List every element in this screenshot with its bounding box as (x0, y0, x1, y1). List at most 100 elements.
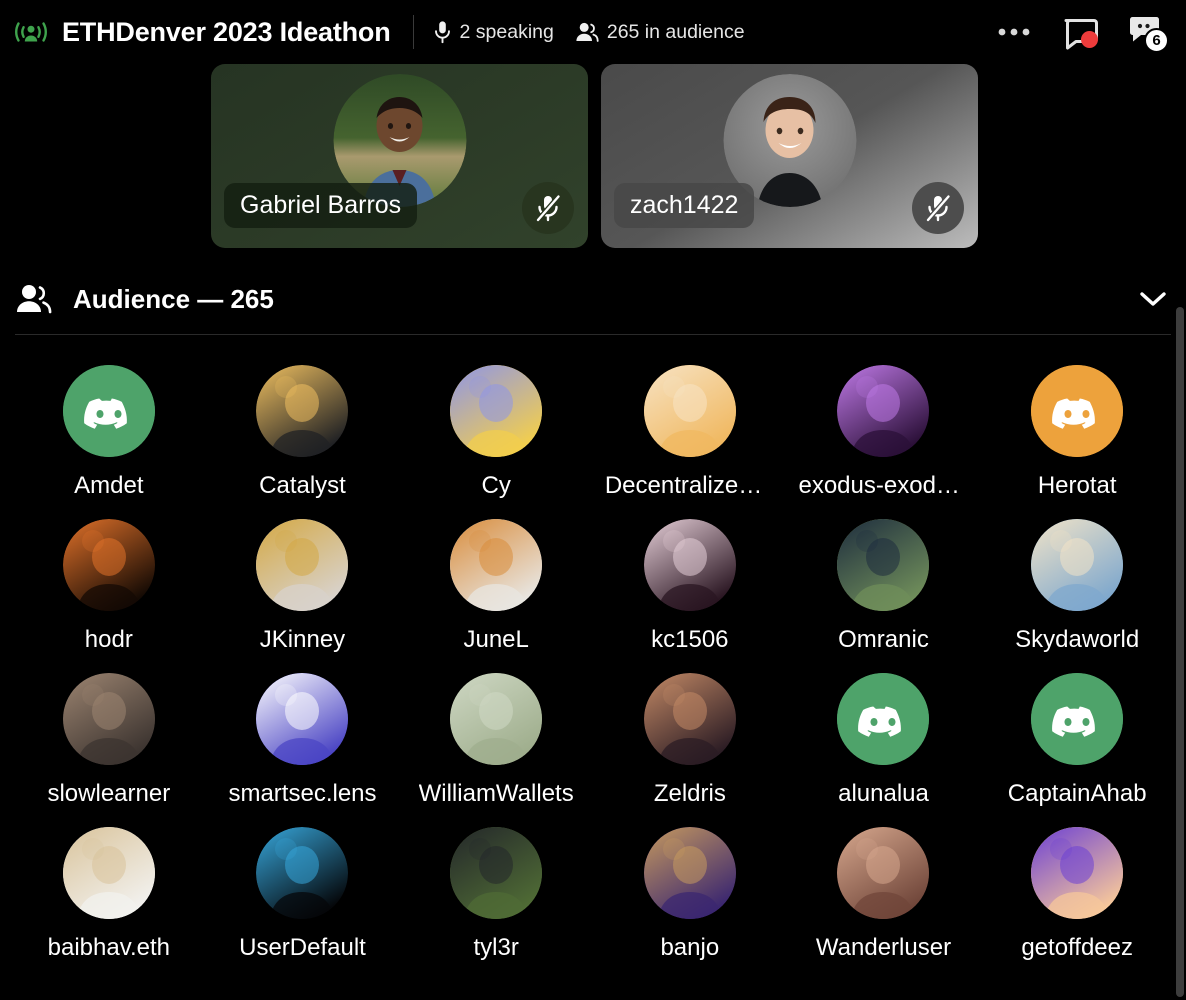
avatar (450, 519, 543, 611)
microphone-icon (433, 20, 452, 44)
avatar (1031, 827, 1124, 919)
more-options-icon (997, 27, 1031, 37)
audience-member-name: UserDefault (239, 934, 366, 961)
audience-member[interactable]: JuneL (399, 519, 593, 654)
page-scrollbar[interactable] (1175, 64, 1186, 1000)
people-icon (14, 283, 54, 315)
avatar (643, 673, 736, 765)
avatar (1031, 365, 1124, 457)
people-icon (575, 21, 599, 43)
avatar (62, 673, 155, 765)
scrollbar-thumb[interactable] (1176, 307, 1184, 997)
audience-member[interactable]: CaptainAhab (980, 673, 1174, 808)
avatar (62, 365, 155, 457)
screen-share-button[interactable] (1058, 10, 1102, 54)
audience-member[interactable]: Amdet (12, 365, 206, 500)
audience-member[interactable]: tyl3r (399, 827, 593, 962)
speaker-stage: Gabriel Barros zach1422 (0, 64, 1186, 248)
audience-member[interactable]: exodus-exodu… (787, 365, 981, 500)
audience-count: 265 in audience (575, 21, 745, 44)
audience-member[interactable]: slowlearner (12, 673, 206, 808)
avatar (837, 365, 930, 457)
avatar (643, 365, 736, 457)
audience-member[interactable]: Decentralized… (593, 365, 787, 500)
audience-member-name: slowlearner (47, 780, 171, 807)
audience-member[interactable]: Herotat (980, 365, 1174, 500)
audience-member-name: alunalua (838, 780, 929, 807)
audience-section-header[interactable]: Audience — 265 (0, 248, 1186, 324)
audience-title: Audience — 265 (73, 283, 274, 314)
audience-member-name: Catalyst (259, 472, 346, 499)
audience-member-name: smartsec.lens (228, 780, 377, 807)
audience-member-name: Omranic (838, 626, 929, 653)
avatar (1031, 673, 1124, 765)
speaker-tile[interactable]: zach1422 (601, 64, 978, 248)
audience-member[interactable]: UserDefault (206, 827, 400, 962)
audience-member-name: Skydaworld (1015, 626, 1140, 653)
audience-member-name: banjo (660, 934, 720, 961)
audience-member[interactable]: alunalua (787, 673, 981, 808)
audience-member[interactable]: Skydaworld (980, 519, 1174, 654)
avatar (450, 365, 543, 457)
avatar (62, 519, 155, 611)
chat-unread-badge: 6 (1144, 28, 1169, 53)
header-divider (412, 15, 414, 49)
avatar (256, 827, 349, 919)
audience-member[interactable]: getoffdeez (980, 827, 1174, 962)
audience-member-name: Cy (481, 472, 511, 499)
audience-member[interactable]: Wanderluser (787, 827, 981, 962)
audience-member[interactable]: JKinney (206, 519, 400, 654)
mic-muted-icon (533, 193, 563, 223)
avatar (450, 673, 543, 765)
avatar (256, 673, 349, 765)
audience-count-label: 265 in audience (606, 20, 745, 43)
audience-member[interactable]: Zeldris (593, 673, 787, 808)
audience-member[interactable]: Cy (399, 365, 593, 500)
audience-member[interactable]: hodr (12, 519, 206, 654)
audience-member-name: hodr (84, 626, 133, 653)
audience-member[interactable]: kc1506 (593, 519, 787, 654)
speaking-count: 2 speaking (433, 20, 554, 44)
recording-indicator (1081, 31, 1098, 48)
audience-member-name: getoffdeez (1021, 934, 1133, 961)
audience-member-name: Zeldris (653, 780, 726, 807)
audience-member-name: kc1506 (651, 626, 729, 653)
audience-member-name: Herotat (1037, 472, 1117, 499)
avatar (837, 827, 930, 919)
avatar (643, 519, 736, 611)
audience-member-name: Decentralized… (604, 472, 775, 499)
avatar (643, 827, 736, 919)
audience-member-name: Wanderluser (815, 934, 952, 961)
audience-member-name: JuneL (463, 626, 529, 653)
header-actions: 6 (992, 10, 1172, 54)
speaker-mute-toggle[interactable] (912, 182, 964, 234)
speaker-name: zach1422 (614, 183, 755, 228)
audience-member-name: tyl3r (473, 934, 519, 961)
avatar (837, 519, 930, 611)
audience-member[interactable]: Catalyst (206, 365, 400, 500)
room-title: ETHDenver 2023 Ideathon (62, 16, 391, 47)
audience-member-name: JKinney (259, 626, 346, 653)
broadcast-live-icon (10, 11, 52, 53)
avatar (256, 365, 349, 457)
chevron-down-icon[interactable] (1138, 284, 1168, 314)
audience-member[interactable]: baibhav.eth (12, 827, 206, 962)
audience-member-name: Amdet (74, 472, 144, 499)
avatar (1031, 519, 1124, 611)
audience-member[interactable]: Omranic (787, 519, 981, 654)
audience-member-name: WilliamWallets (418, 780, 574, 807)
more-options-button[interactable] (992, 10, 1036, 54)
audience-member[interactable]: smartsec.lens (206, 673, 400, 808)
avatar (256, 519, 349, 611)
audience-member-name: exodus-exodu… (798, 472, 969, 499)
app-header: ETHDenver 2023 Ideathon 2 speaking 265 i… (0, 0, 1186, 64)
audience-member-name: baibhav.eth (47, 934, 170, 961)
avatar (837, 673, 930, 765)
speaker-mute-toggle[interactable] (522, 182, 574, 234)
speaker-tile[interactable]: Gabriel Barros (211, 64, 588, 248)
audience-member[interactable]: WilliamWallets (399, 673, 593, 808)
mic-muted-icon (923, 193, 953, 223)
chat-button[interactable]: 6 (1124, 10, 1169, 54)
audience-member[interactable]: banjo (593, 827, 787, 962)
avatar (450, 827, 543, 919)
